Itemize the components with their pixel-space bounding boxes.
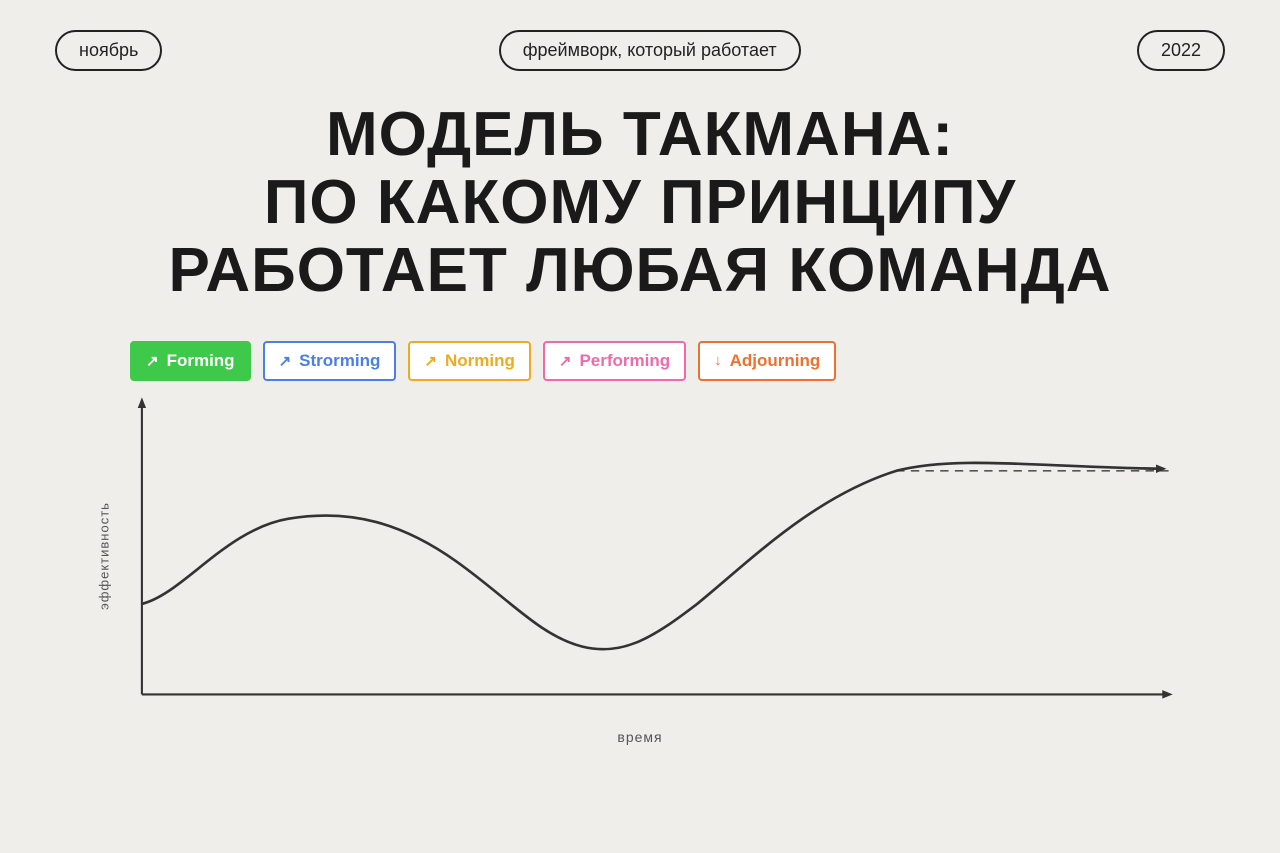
chart-svg-wrapper (100, 391, 1200, 721)
badge-forming: ↗ Forming (130, 341, 251, 381)
badge-performing: ↗ Performing (543, 341, 686, 381)
storming-label: Strorming (299, 351, 380, 371)
forming-label: Forming (167, 351, 235, 371)
storming-arrow-icon: ↗ (279, 352, 292, 370)
header-center-pill: фреймворк, который работает (499, 30, 801, 71)
x-axis-label: время (0, 729, 1280, 745)
stage-legend: ↗ Forming ↗ Strorming ↗ Norming ↗ Perfor… (0, 341, 1280, 381)
header-right-pill: 2022 (1137, 30, 1225, 71)
main-title: МОДЕЛЬ ТАКМАНА: ПО КАКОМУ ПРИНЦИПУ РАБОТ… (80, 101, 1200, 306)
badge-adjourning: ↓ Adjourning (698, 341, 836, 381)
y-axis-label: эффективность (96, 502, 111, 610)
header-left-pill: ноябрь (55, 30, 162, 71)
chart-container: эффективность (100, 391, 1200, 721)
badge-storming: ↗ Strorming (263, 341, 397, 381)
performing-arrow-icon: ↗ (559, 352, 572, 370)
forming-arrow-icon: ↗ (146, 352, 159, 370)
chart-svg (100, 391, 1200, 721)
norming-label: Norming (445, 351, 515, 371)
title-section: МОДЕЛЬ ТАКМАНА: ПО КАКОМУ ПРИНЦИПУ РАБОТ… (0, 101, 1280, 306)
adjourning-arrow-icon: ↓ (714, 352, 722, 369)
performing-label: Performing (579, 351, 670, 371)
badge-norming: ↗ Norming (408, 341, 530, 381)
header: ноябрь фреймворк, который работает 2022 (0, 0, 1280, 71)
norming-arrow-icon: ↗ (424, 352, 437, 370)
adjourning-label: Adjourning (730, 351, 821, 371)
